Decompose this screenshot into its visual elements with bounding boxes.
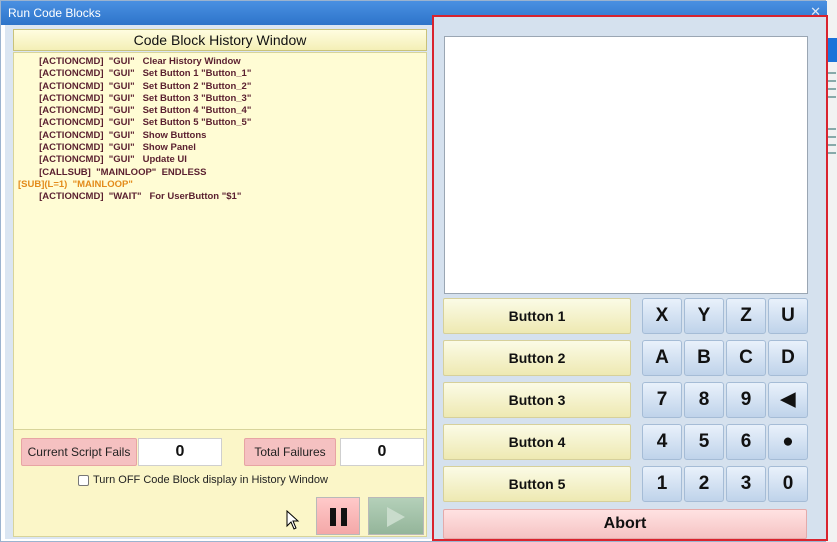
- key-x[interactable]: X: [642, 298, 682, 334]
- key-u[interactable]: U: [768, 298, 808, 334]
- window-client-area: Code Block History Window [ACTIONCMD] "G…: [5, 15, 828, 541]
- history-line: [ACTIONCMD] "GUI" Set Button 3 "Button_3…: [18, 92, 252, 104]
- history-line: [ACTIONCMD] "GUI" Clear History Window: [18, 56, 241, 67]
- key-5[interactable]: 5: [684, 424, 724, 460]
- key-4[interactable]: 4: [642, 424, 682, 460]
- key-0[interactable]: 0: [768, 466, 808, 502]
- user-button-2[interactable]: Button 2: [443, 340, 631, 376]
- history-line: [ACTIONCMD] "WAIT" For UserButton "$1": [18, 191, 242, 203]
- play-button[interactable]: [368, 497, 424, 535]
- key-2[interactable]: 2: [684, 466, 724, 502]
- history-line: [SUB](L=1) "MAINLOOP": [18, 178, 133, 190]
- current-script-fails-value: 0: [138, 438, 222, 466]
- user-button-3[interactable]: Button 3: [443, 382, 631, 418]
- current-script-fails-label: Current Script Fails: [21, 438, 137, 466]
- history-line: [ACTIONCMD] "GUI" Set Button 4 "Button_4…: [18, 105, 252, 117]
- code-block-display-toggle[interactable]: Turn OFF Code Block display in History W…: [78, 474, 328, 486]
- history-line: [ACTIONCMD] "GUI" Show Buttons: [18, 129, 207, 141]
- key-7[interactable]: 7: [642, 382, 682, 418]
- key-3[interactable]: 3: [726, 466, 766, 502]
- output-display: [444, 36, 808, 294]
- abort-button[interactable]: Abort: [443, 509, 807, 539]
- code-block-display-checkbox[interactable]: [78, 474, 89, 486]
- user-button-1[interactable]: Button 1: [443, 298, 631, 334]
- history-line: [ACTIONCMD] "GUI" Set Button 1 "Button_1…: [18, 68, 252, 80]
- history-line: [CALLSUB] "MAINLOOP" ENDLESS: [18, 166, 207, 178]
- key-9[interactable]: 9: [726, 382, 766, 418]
- history-header: Code Block History Window: [13, 29, 427, 51]
- user-input-panel: Button 1 Button 2 Button 3 Button 4 Button 5…: [432, 15, 828, 541]
- key-dot-icon[interactable]: ●: [768, 424, 808, 460]
- history-line: [ACTIONCMD] "GUI" Set Button 5 "Button_5…: [18, 117, 252, 129]
- pause-button[interactable]: [316, 497, 360, 535]
- key-a[interactable]: A: [642, 340, 682, 376]
- key-c[interactable]: C: [726, 340, 766, 376]
- history-line: [ACTIONCMD] "GUI" Update UI: [18, 154, 187, 166]
- window-title: Run Code Blocks: [8, 6, 101, 20]
- history-line: [ACTIONCMD] "GUI" Set Button 2 "Button_2…: [18, 80, 252, 92]
- code-block-display-label: Turn OFF Code Block display in History W…: [93, 474, 328, 486]
- key-b[interactable]: B: [684, 340, 724, 376]
- run-code-blocks-window: Run Code Blocks ✕ Code Block History Win…: [0, 0, 828, 542]
- user-button-4[interactable]: Button 4: [443, 424, 631, 460]
- stats-panel: Current Script Fails 0 Total Failures 0 …: [13, 429, 427, 537]
- key-6[interactable]: 6: [726, 424, 766, 460]
- total-failures-value: 0: [340, 438, 424, 466]
- history-window[interactable]: [ACTIONCMD] "GUI" Clear History Window […: [13, 52, 427, 454]
- key-d[interactable]: D: [768, 340, 808, 376]
- key-1[interactable]: 1: [642, 466, 682, 502]
- total-failures-label: Total Failures: [244, 438, 336, 466]
- key-8[interactable]: 8: [684, 382, 724, 418]
- key-z[interactable]: Z: [726, 298, 766, 334]
- key-backspace-arrow-icon[interactable]: ◀: [768, 382, 808, 418]
- key-y[interactable]: Y: [684, 298, 724, 334]
- play-icon: [387, 507, 405, 527]
- user-button-5[interactable]: Button 5: [443, 466, 631, 502]
- history-line: [ACTIONCMD] "GUI" Show Panel: [18, 142, 196, 154]
